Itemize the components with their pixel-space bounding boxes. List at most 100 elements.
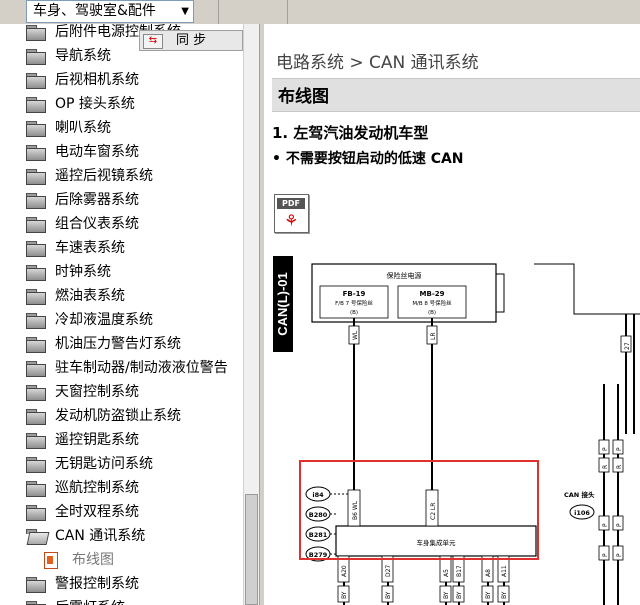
pdf-label: PDF bbox=[277, 198, 305, 209]
nav-tree-panel: 后附件电源控制系统 导航系统 后视相机系统 OP 接头系统 喇叭系统 电动车窗系统 遥控后视… bbox=[0, 24, 259, 605]
folder-open-icon bbox=[26, 528, 50, 545]
tree-folder-item[interactable]: 遥控钥匙系统 bbox=[26, 428, 139, 452]
right-pin: P bbox=[598, 439, 610, 455]
tree-item-label: 电动车窗系统 bbox=[55, 144, 139, 160]
bottom-pin-a8: A8 BY bbox=[481, 555, 494, 605]
tree-folder-item[interactable]: 警报控制系统 bbox=[26, 572, 139, 596]
svg-text:BY: BY bbox=[456, 591, 463, 599]
connector-b281: B281 bbox=[305, 526, 331, 542]
svg-text:R: R bbox=[602, 465, 609, 469]
sync-button[interactable]: ⇆ 同 步 bbox=[139, 30, 243, 51]
tree-item-label: 巡航控制系统 bbox=[55, 480, 139, 496]
fuse-mb29-pin: (B) bbox=[428, 310, 436, 316]
fuse-fb19-sub: F/B 7 号保险丝 bbox=[335, 299, 373, 307]
tree-folder-item[interactable]: OP 接头系统 bbox=[26, 92, 135, 116]
category-select[interactable]: 车身、驾驶室&配件 ▼ bbox=[26, 0, 194, 23]
tree-item-label: 发动机防盗锁止系统 bbox=[55, 408, 181, 424]
connector-b280: B280 bbox=[305, 506, 331, 522]
svg-text:R: R bbox=[616, 465, 623, 469]
svg-text:P: P bbox=[616, 523, 623, 527]
svg-text:P: P bbox=[602, 523, 609, 527]
tree-folder-item[interactable]: 发动机防盗锁止系统 bbox=[26, 404, 181, 428]
svg-text:A5: A5 bbox=[443, 569, 450, 577]
document-icon bbox=[44, 551, 58, 569]
tree-item-label: 后雾灯系统 bbox=[55, 596, 125, 605]
svg-text:P: P bbox=[602, 447, 609, 451]
tree-folder-item[interactable]: 驻车制动器/制动液液位警告 bbox=[26, 356, 228, 380]
tree-folder-item[interactable]: 电动车窗系统 bbox=[26, 140, 139, 164]
right-pin: P bbox=[612, 439, 624, 455]
fuse-box-edge bbox=[496, 273, 505, 313]
folder-icon bbox=[26, 264, 46, 281]
model-heading: 1. 左驾汽油发动机车型 bbox=[272, 124, 429, 142]
folder-icon bbox=[26, 168, 46, 185]
fuse-fb19-label: FB-19 bbox=[343, 290, 366, 298]
tree-item-label: 无钥匙访问系统 bbox=[55, 456, 153, 472]
tree-folder-item[interactable]: 组合仪表系统 bbox=[26, 212, 139, 236]
tree-folder-item[interactable]: 巡航控制系统 bbox=[26, 476, 139, 500]
fuse-fb19-pin: (B) bbox=[350, 310, 358, 316]
tree-folder-item[interactable]: 天窗控制系统 bbox=[26, 380, 139, 404]
folder-icon bbox=[26, 240, 46, 257]
tree-scrollbar[interactable] bbox=[243, 24, 259, 605]
bottom-pin-a5: A5 BY bbox=[439, 555, 452, 605]
tree-folder-item[interactable]: 后视相机系统 bbox=[26, 68, 139, 92]
tree-item-label: CAN 通讯系统 bbox=[55, 528, 146, 544]
tree-leaf-wiring-diagram[interactable]: 布线图 bbox=[44, 548, 114, 572]
folder-icon bbox=[26, 408, 46, 425]
svg-text:P: P bbox=[616, 447, 623, 451]
category-select-value: 车身、驾驶室&配件 bbox=[33, 3, 156, 19]
chevron-down-icon: ▼ bbox=[181, 6, 189, 17]
tree-folder-item[interactable]: 燃油表系统 bbox=[26, 284, 125, 308]
pdf-download-icon[interactable]: PDF ⚘ bbox=[274, 194, 309, 233]
right-pin: P bbox=[598, 515, 610, 531]
diagram-side-label: CAN(L)-01 bbox=[275, 272, 290, 336]
svg-text:P: P bbox=[602, 553, 609, 557]
tree-item-label: 驻车制动器/制动液液位警告 bbox=[55, 360, 228, 376]
svg-text:BY: BY bbox=[443, 591, 450, 599]
tree-folder-item[interactable]: 全时双程系统 bbox=[26, 500, 139, 524]
tree-item-label: 全时双程系统 bbox=[55, 504, 139, 520]
toolbar-divider bbox=[218, 0, 219, 24]
bottom-pin-b17: B17 BY bbox=[452, 555, 465, 605]
toolbar-divider bbox=[287, 0, 288, 24]
svg-text:BY: BY bbox=[501, 591, 508, 599]
tree-folder-item[interactable]: 喇叭系统 bbox=[26, 116, 111, 140]
folder-icon bbox=[26, 456, 46, 473]
folder-icon bbox=[26, 144, 46, 161]
tree-folder-item[interactable]: 时钟系统 bbox=[26, 260, 111, 284]
tree-folder-item[interactable]: 后除雾器系统 bbox=[26, 188, 139, 212]
right-pin: P bbox=[612, 515, 624, 531]
tree-folder-item[interactable]: 后雾灯系统 bbox=[26, 596, 125, 605]
folder-icon bbox=[26, 96, 46, 113]
folder-icon bbox=[26, 24, 46, 41]
tree-folder-item[interactable]: 车速表系统 bbox=[26, 236, 125, 260]
bottom-pin-d27: D27 BY bbox=[381, 555, 394, 605]
right-pin: R bbox=[598, 457, 610, 473]
folder-icon bbox=[26, 576, 46, 593]
tree-folder-item[interactable]: 遥控后视镜系统 bbox=[26, 164, 153, 188]
wire-label-lr: LR bbox=[430, 332, 437, 340]
svg-text:A11: A11 bbox=[501, 565, 508, 577]
tree-item-label: 布线图 bbox=[72, 552, 114, 568]
tree-folder-item[interactable]: CAN 通讯系统 bbox=[26, 524, 145, 548]
tree-item-label: 组合仪表系统 bbox=[55, 216, 139, 232]
svg-text:BY: BY bbox=[485, 591, 492, 599]
svg-text:BY: BY bbox=[341, 591, 348, 599]
svg-text:P: P bbox=[616, 553, 623, 557]
sync-button-label: 同 步 bbox=[176, 33, 207, 48]
tree-item-label: 冷却液温度系统 bbox=[55, 312, 153, 328]
tree-folder-item[interactable]: 机油压力警告灯系统 bbox=[26, 332, 181, 356]
breadcrumb: 电路系统 > CAN 通讯系统 bbox=[276, 53, 479, 73]
fuse-mb29-sub: M/B 8 号保险丝 bbox=[412, 299, 452, 307]
scrollbar-thumb[interactable] bbox=[245, 494, 258, 605]
can-connector-label: CAN 接头 bbox=[564, 490, 595, 499]
tree-folder-item[interactable]: 冷却液温度系统 bbox=[26, 308, 153, 332]
tree-item-label: 后除雾器系统 bbox=[55, 192, 139, 208]
folder-icon bbox=[26, 48, 46, 65]
folder-icon bbox=[26, 288, 46, 305]
svg-text:D27: D27 bbox=[385, 565, 392, 577]
tree-folder-item[interactable]: 无钥匙访问系统 bbox=[26, 452, 153, 476]
tree-folder-item[interactable]: 导航系统 bbox=[26, 44, 111, 68]
wiring-diagram: CAN(L)-01 保险丝电源 FB-19 F/B 7 号保险丝 (B) MB-… bbox=[273, 256, 640, 605]
